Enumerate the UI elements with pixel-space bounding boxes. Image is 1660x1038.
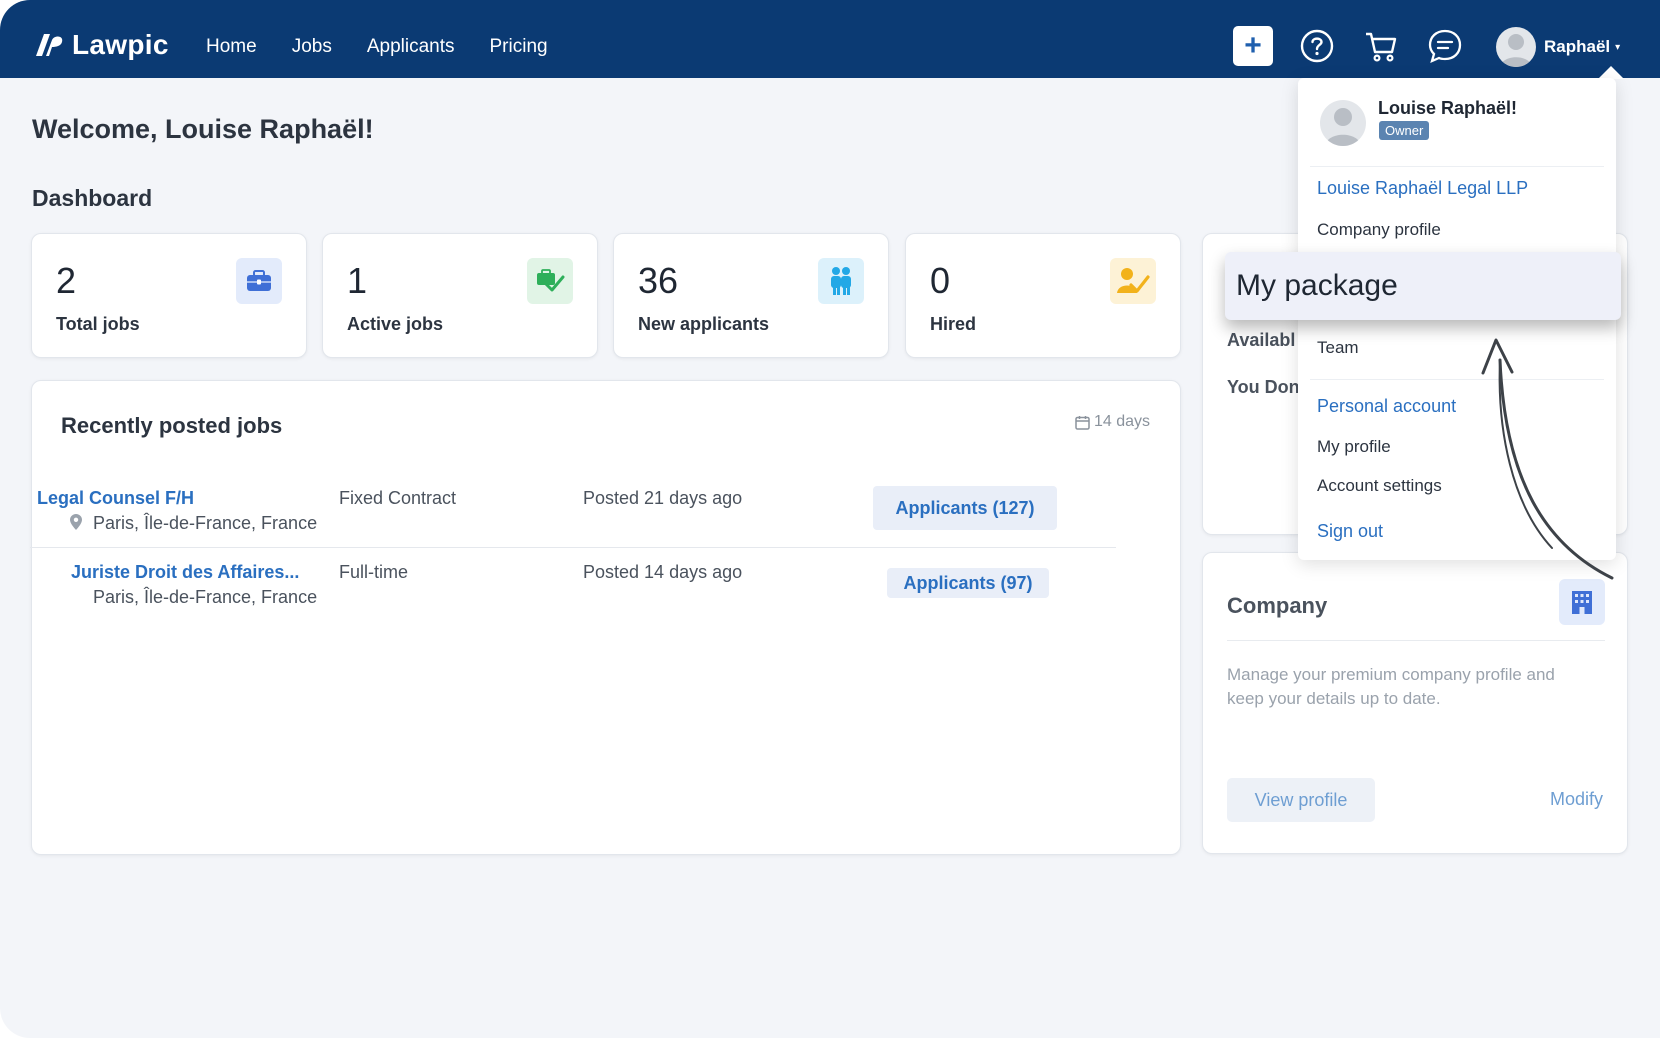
job-location: Paris, Île-de-France, France [93,587,318,607]
stat-label: Total jobs [56,314,140,334]
package-status-text: You Don [1227,377,1300,397]
menu-item-my-profile[interactable]: My profile [1317,437,1391,457]
company-name-link[interactable]: Louise Raphaël Legal LLP [1317,178,1528,199]
job-type: Full-time [339,562,409,582]
job-type: Fixed Contract [339,488,457,508]
table-row: Juriste Droit des Affaires... Paris, Île… [30,562,1116,622]
avatar [1496,27,1536,67]
stat-card-active-jobs[interactable]: 1 Active jobs [322,233,598,358]
app-frame: Lawpic Home Jobs Applicants Pricing + Ra… [0,0,1660,1038]
stat-value: 1 [347,260,368,301]
chevron-down-icon: ▾ [1615,41,1621,53]
plus-icon: + [1244,29,1262,62]
company-title: Company [1227,593,1328,618]
briefcase-icon [236,258,282,304]
nav-home[interactable]: Home [206,36,257,58]
role-badge: Owner [1379,121,1430,140]
nav-applicants[interactable]: Applicants [367,36,455,58]
recent-jobs-title: Recently posted jobs [61,413,283,438]
company-description: Manage your premium company profile and … [1227,665,1555,708]
user-name: Raphaël [1544,37,1611,56]
create-button[interactable]: + [1233,26,1273,66]
personal-account-section: Personal account [1317,396,1457,416]
messages-icon[interactable] [1425,26,1465,66]
date-range[interactable]: 14 days [1075,413,1150,431]
table-row: Legal Counsel F/H Paris, Île-de-France, … [30,486,1116,548]
divider [1227,640,1605,641]
divider [1310,166,1604,167]
header-actions: + [1233,25,1465,67]
stat-value: 0 [930,260,951,301]
menu-item-company-profile[interactable]: Company profile [1317,220,1441,240]
nav-jobs[interactable]: Jobs [292,36,332,58]
applicants-button[interactable]: Applicants (127) [873,486,1057,530]
location-pin-icon [70,514,82,535]
menu-item-my-package[interactable]: My package [1225,252,1621,320]
stat-label: Hired [930,314,977,334]
sign-out-link[interactable]: Sign out [1317,521,1383,542]
date-range-label: 14 days [1093,413,1150,430]
avatar [1320,100,1366,146]
briefcase-check-icon [527,258,573,304]
job-posted: Posted 14 days ago [583,562,743,582]
building-icon [1559,579,1605,625]
logo-mark-icon [32,32,66,58]
help-icon[interactable] [1297,26,1337,66]
stat-value: 2 [56,260,77,301]
nav-pricing[interactable]: Pricing [490,36,548,58]
modify-link[interactable]: Modify [1550,789,1603,810]
stat-label: New applicants [638,314,770,334]
stat-card-new-applicants[interactable]: 36 New applicants [613,233,889,358]
job-posted: Posted 21 days ago [583,488,743,508]
company-card: Company Manage your premium company prof… [1202,552,1628,854]
brand-logo[interactable]: Lawpic [32,28,169,62]
people-icon [818,258,864,304]
brand-name: Lawpic [72,29,169,60]
calendar-icon [1075,415,1090,430]
job-title-link[interactable]: Legal Counsel F/H [37,488,194,509]
availability-label: Availabl [1227,330,1296,350]
divider [1310,379,1604,380]
job-location: Paris, Île-de-France, France [93,513,318,533]
stat-value: 36 [638,260,679,301]
menu-item-account-settings[interactable]: Account settings [1317,476,1442,496]
job-title-link[interactable]: Juriste Droit des Affaires... [71,562,299,583]
stat-card-hired[interactable]: 0 Hired [905,233,1181,358]
dropdown-user-name: Louise Raphaël! [1378,98,1518,118]
user-check-icon [1110,258,1156,304]
cart-icon[interactable] [1361,26,1401,66]
user-menu-toggle[interactable]: Raphaël ▾ [1496,27,1620,67]
main-nav: Home Jobs Applicants Pricing [206,36,583,58]
welcome-heading: Welcome, Louise Raphaël! [32,114,374,144]
applicants-button[interactable]: Applicants (97) [887,568,1049,598]
view-profile-button[interactable]: View profile [1227,778,1375,822]
stat-card-total-jobs[interactable]: 2 Total jobs [31,233,307,358]
divider [30,547,1116,548]
menu-item-team[interactable]: Team [1317,338,1359,358]
top-navbar: Lawpic Home Jobs Applicants Pricing + Ra… [0,0,1660,78]
stat-label: Active jobs [347,314,444,334]
dashboard-title: Dashboard [32,185,153,211]
